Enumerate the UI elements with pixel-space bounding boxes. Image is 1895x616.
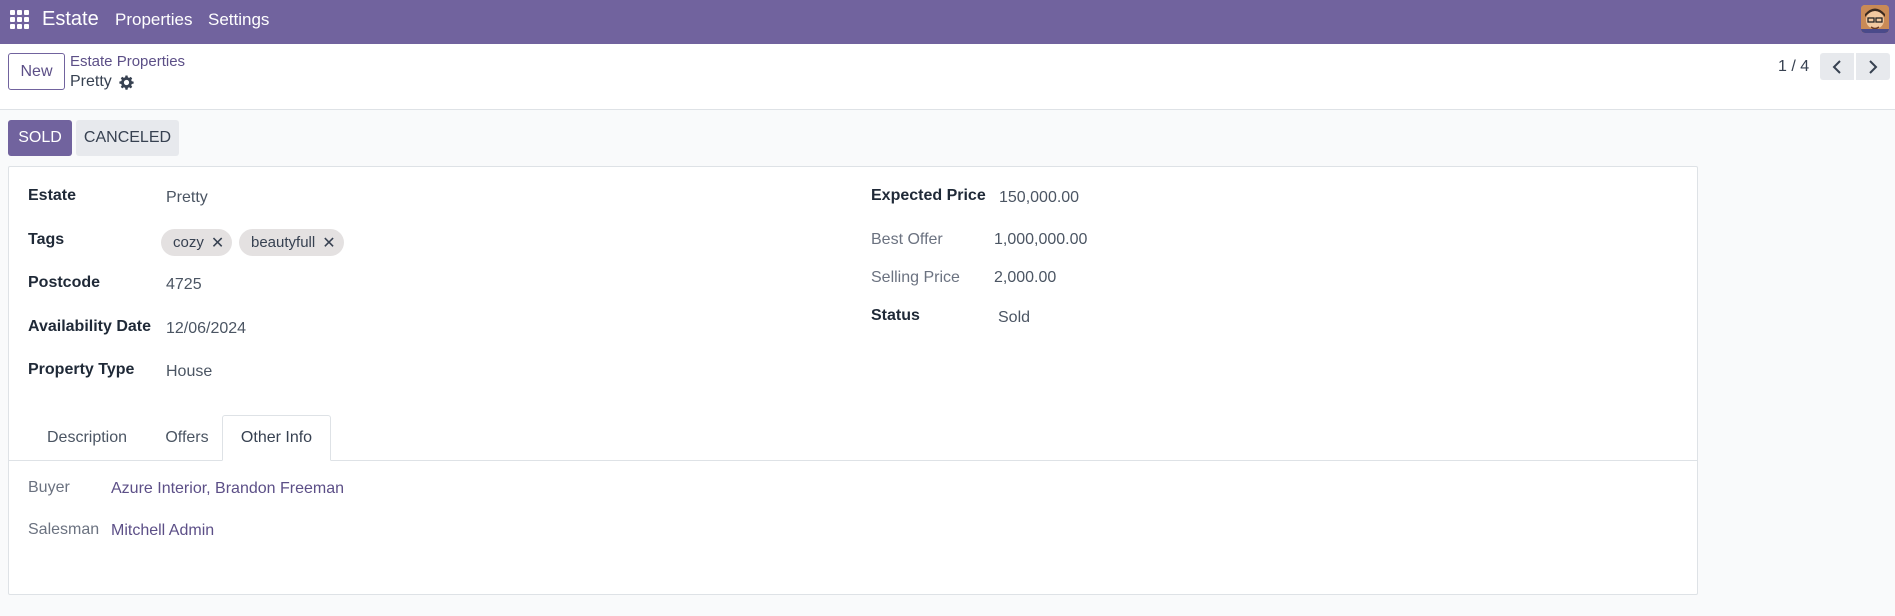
- top-navbar: Estate Properties Settings: [0, 0, 1895, 44]
- chevron-left-icon: [1832, 59, 1841, 74]
- pager-next-button[interactable]: [1856, 53, 1890, 80]
- availability-date-label: Availability Date: [28, 318, 152, 335]
- new-button[interactable]: New: [8, 53, 65, 90]
- menu-properties[interactable]: Properties: [115, 10, 192, 30]
- tag-label: cozy: [173, 234, 204, 251]
- postcode-field[interactable]: 4725: [166, 276, 202, 294]
- tag-beautyfull: beautyfull ✕: [239, 229, 344, 256]
- status-label: Status: [871, 307, 920, 324]
- tag-cozy: cozy ✕: [161, 229, 233, 256]
- availability-date-field[interactable]: 12/06/2024: [166, 320, 246, 338]
- property-type-field[interactable]: House: [166, 363, 212, 381]
- buyer-label: Buyer: [28, 479, 70, 496]
- menu-settings[interactable]: Settings: [208, 10, 269, 30]
- best-offer-label: Best Offer: [871, 231, 943, 248]
- property-type-label: Property Type: [28, 361, 135, 378]
- tab-description[interactable]: Description: [27, 415, 147, 461]
- estate-field[interactable]: Pretty: [166, 189, 208, 207]
- remove-tag-icon[interactable]: ✕: [211, 233, 224, 253]
- selling-price-value: 2,000.00: [994, 269, 1057, 286]
- best-offer-value: 1,000,000.00: [994, 231, 1088, 248]
- selling-price-label: Selling Price: [871, 269, 960, 286]
- app-brand[interactable]: Estate: [42, 8, 99, 31]
- tag-label: beautyfull: [251, 234, 316, 251]
- apps-grid-icon[interactable]: [10, 10, 30, 30]
- pager-value[interactable]: 1 / 4: [1778, 58, 1809, 76]
- status-value: Sold: [998, 309, 1031, 326]
- salesman-field[interactable]: Mitchell Admin: [111, 522, 214, 540]
- control-panel: New Estate Properties Pretty 1 / 4: [0, 44, 1895, 110]
- estate-label: Estate: [28, 187, 77, 204]
- canceled-button[interactable]: CANCELED: [76, 120, 179, 156]
- breadcrumb-estate-properties[interactable]: Estate Properties: [70, 53, 185, 70]
- tags-label: Tags: [28, 231, 65, 248]
- user-avatar[interactable]: [1861, 5, 1889, 33]
- postcode-label: Postcode: [28, 274, 101, 291]
- salesman-label: Salesman: [28, 521, 100, 538]
- remove-tag-icon[interactable]: ✕: [322, 233, 335, 253]
- record-name: Pretty: [70, 73, 112, 90]
- expected-price-field[interactable]: 150,000.00: [999, 189, 1079, 207]
- sold-button[interactable]: SOLD: [8, 120, 72, 156]
- buyer-field[interactable]: Azure Interior, Brandon Freeman: [111, 480, 344, 498]
- pager-previous-button[interactable]: [1820, 53, 1854, 80]
- notebook-tabs: Description Offers Other Info: [9, 415, 1697, 461]
- expected-price-label: Expected Price: [871, 187, 986, 204]
- tab-offers[interactable]: Offers: [147, 415, 227, 461]
- tab-other-info[interactable]: Other Info: [222, 415, 331, 461]
- gear-icon[interactable]: [119, 75, 134, 90]
- form-sheet: Estate Pretty Tags cozy ✕ beautyfull ✕ P…: [8, 166, 1698, 595]
- chevron-right-icon: [1869, 59, 1878, 74]
